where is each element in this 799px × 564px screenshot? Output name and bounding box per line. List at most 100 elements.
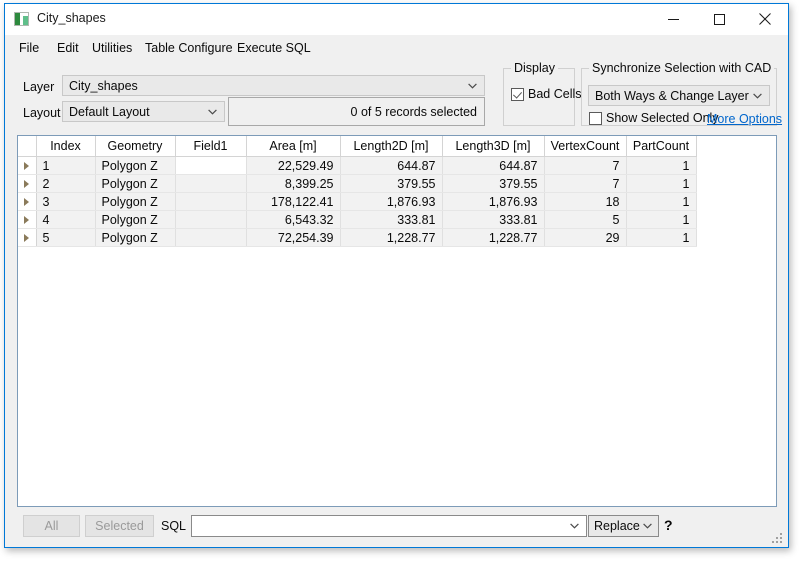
- cell-index[interactable]: 4: [36, 210, 96, 229]
- cell-area[interactable]: 6,543.32: [246, 210, 341, 229]
- cell-partcount[interactable]: 1: [626, 210, 697, 229]
- column-header-length3d[interactable]: Length3D [m]: [442, 136, 545, 157]
- title-bar: City_shapes: [5, 4, 788, 35]
- chevron-down-icon: [468, 82, 477, 89]
- maximize-button[interactable]: [696, 4, 742, 34]
- cell-field1[interactable]: [175, 210, 247, 229]
- column-header-field1[interactable]: Field1: [175, 136, 247, 157]
- selected-button[interactable]: Selected: [85, 515, 154, 537]
- row-selector[interactable]: [18, 192, 37, 211]
- cell-length3d[interactable]: 379.55: [442, 174, 545, 193]
- application-window-root: City_shapes File Edit Utilities Table Co…: [0, 0, 799, 564]
- column-header-geometry[interactable]: Geometry: [95, 136, 176, 157]
- table-row[interactable]: 1 Polygon Z 22,529.49 644.87 644.87 7 1: [18, 156, 697, 175]
- chevron-down-icon: [208, 108, 217, 115]
- cell-length2d[interactable]: 333.81: [340, 210, 443, 229]
- replace-mode-value: Replace: [594, 519, 640, 533]
- menu-item-file[interactable]: File: [14, 39, 44, 57]
- cell-index[interactable]: 5: [36, 228, 96, 247]
- cell-length2d[interactable]: 1,228.77: [340, 228, 443, 247]
- menu-item-utilities[interactable]: Utilities: [87, 39, 137, 57]
- layer-combobox[interactable]: City_shapes: [62, 75, 485, 96]
- minimize-icon: [667, 18, 679, 20]
- cell-field1[interactable]: [175, 192, 247, 211]
- column-header-area[interactable]: Area [m]: [246, 136, 341, 157]
- row-arrow-icon: [24, 234, 30, 243]
- cell-length3d[interactable]: 644.87: [442, 156, 545, 175]
- row-selector[interactable]: [18, 228, 37, 247]
- row-arrow-icon: [24, 198, 30, 207]
- cell-length2d[interactable]: 1,876.93: [340, 192, 443, 211]
- show-selected-only-checkbox-row[interactable]: Show Selected Only: [589, 111, 719, 125]
- cell-vertexcount[interactable]: 7: [544, 174, 627, 193]
- attribute-table[interactable]: Index Geometry Field1 Area [m] Length2D …: [17, 135, 777, 507]
- cell-area[interactable]: 72,254.39: [246, 228, 341, 247]
- sql-input[interactable]: [191, 515, 587, 537]
- cell-index[interactable]: 2: [36, 174, 96, 193]
- row-selector[interactable]: [18, 156, 37, 175]
- show-selected-only-checkbox[interactable]: [589, 111, 602, 125]
- bad-cells-checkbox-row[interactable]: Bad Cells: [511, 87, 582, 101]
- close-button[interactable]: [742, 4, 788, 34]
- top-panel: Layer City_shapes Layout Default Layout …: [5, 60, 788, 132]
- cell-length2d[interactable]: 379.55: [340, 174, 443, 193]
- menu-item-execute-sql[interactable]: Execute SQL: [232, 39, 316, 57]
- sync-mode-combobox[interactable]: Both Ways & Change Layer: [588, 85, 770, 106]
- cell-partcount[interactable]: 1: [626, 228, 697, 247]
- layer-combobox-value: City_shapes: [69, 78, 138, 93]
- cell-index[interactable]: 3: [36, 192, 96, 211]
- help-button[interactable]: ?: [664, 517, 673, 533]
- cell-length2d[interactable]: 644.87: [340, 156, 443, 175]
- more-options-link[interactable]: More Options: [707, 112, 782, 126]
- menu-item-edit[interactable]: Edit: [52, 39, 84, 57]
- table-row[interactable]: 4 Polygon Z 6,543.32 333.81 333.81 5 1: [18, 210, 697, 229]
- column-header-partcount[interactable]: PartCount: [626, 136, 697, 157]
- column-header-index[interactable]: Index: [36, 136, 96, 157]
- cell-geometry[interactable]: Polygon Z: [95, 210, 176, 229]
- main-window: City_shapes File Edit Utilities Table Co…: [4, 3, 789, 548]
- cell-field1[interactable]: [175, 174, 247, 193]
- cell-vertexcount[interactable]: 5: [544, 210, 627, 229]
- cell-length3d[interactable]: 1,876.93: [442, 192, 545, 211]
- close-icon: [759, 13, 771, 25]
- layout-label: Layout: [23, 106, 61, 120]
- menu-item-table-configure[interactable]: Table Configure: [140, 39, 238, 57]
- cell-geometry[interactable]: Polygon Z: [95, 174, 176, 193]
- table-row[interactable]: 5 Polygon Z 72,254.39 1,228.77 1,228.77 …: [18, 228, 697, 247]
- replace-mode-combobox[interactable]: Replace: [588, 515, 659, 537]
- cell-vertexcount[interactable]: 18: [544, 192, 627, 211]
- cell-vertexcount[interactable]: 7: [544, 156, 627, 175]
- cell-geometry[interactable]: Polygon Z: [95, 192, 176, 211]
- cell-partcount[interactable]: 1: [626, 156, 697, 175]
- row-arrow-icon: [24, 216, 30, 225]
- cell-geometry[interactable]: Polygon Z: [95, 228, 176, 247]
- cell-field1[interactable]: [175, 156, 247, 175]
- table-row[interactable]: 3 Polygon Z 178,122.41 1,876.93 1,876.93…: [18, 192, 697, 211]
- row-selector[interactable]: [18, 174, 37, 193]
- cell-length3d[interactable]: 333.81: [442, 210, 545, 229]
- cell-area[interactable]: 8,399.25: [246, 174, 341, 193]
- cell-vertexcount[interactable]: 29: [544, 228, 627, 247]
- bad-cells-checkbox[interactable]: [511, 87, 524, 101]
- show-selected-only-label: Show Selected Only: [606, 111, 719, 125]
- cell-area[interactable]: 178,122.41: [246, 192, 341, 211]
- layout-combobox[interactable]: Default Layout: [62, 101, 225, 122]
- sync-selection-groupbox: Synchronize Selection with CAD Both Ways…: [581, 61, 782, 126]
- column-header-length2d[interactable]: Length2D [m]: [340, 136, 443, 157]
- cell-partcount[interactable]: 1: [626, 192, 697, 211]
- sql-label: SQL: [161, 519, 187, 533]
- minimize-button[interactable]: [650, 4, 696, 34]
- all-button[interactable]: All: [23, 515, 80, 537]
- table-row[interactable]: 2 Polygon Z 8,399.25 379.55 379.55 7 1: [18, 174, 697, 193]
- row-selector[interactable]: [18, 210, 37, 229]
- cell-length3d[interactable]: 1,228.77: [442, 228, 545, 247]
- cell-field1[interactable]: [175, 228, 247, 247]
- cell-index[interactable]: 1: [36, 156, 96, 175]
- cell-partcount[interactable]: 1: [626, 174, 697, 193]
- cell-area[interactable]: 22,529.49: [246, 156, 341, 175]
- chevron-down-icon[interactable]: [570, 523, 579, 529]
- cell-geometry[interactable]: Polygon Z: [95, 156, 176, 175]
- chevron-down-icon: [643, 523, 652, 529]
- column-header-vertexcount[interactable]: VertexCount: [544, 136, 627, 157]
- resize-grip[interactable]: [772, 531, 784, 543]
